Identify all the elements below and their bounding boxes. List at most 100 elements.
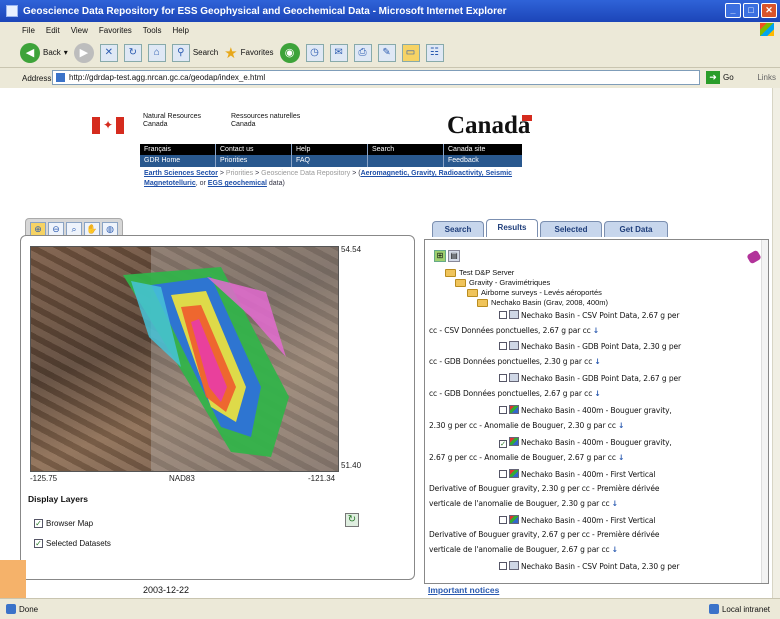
results-scrollbar[interactable] bbox=[761, 240, 768, 583]
pan-hand-icon[interactable]: ✋ bbox=[84, 222, 100, 236]
nav-contact-us[interactable]: Contact us bbox=[216, 144, 292, 155]
dataset-line-cont: cc - GDB Données ponctuelles, 2.67 g par… bbox=[429, 389, 601, 398]
menu-help[interactable]: Help bbox=[172, 26, 188, 35]
favorites-button[interactable]: ★ Favorites bbox=[224, 44, 273, 62]
refresh-icon[interactable]: ↻ bbox=[123, 43, 142, 62]
checkbox-checked[interactable]: ✓ bbox=[34, 519, 43, 528]
dataset-checkbox[interactable] bbox=[499, 516, 507, 524]
layer-browser-map[interactable]: ✓ Browser Map bbox=[34, 519, 93, 528]
dataset-line[interactable]: Nechako Basin - GDB Point Data, 2.30 g p… bbox=[499, 341, 681, 352]
folder-icon[interactable]: ▭ bbox=[401, 43, 420, 62]
download-arrow-icon[interactable]: ↓ bbox=[612, 499, 618, 508]
home-icon[interactable]: ⌂ bbox=[147, 43, 166, 62]
tree-nechako[interactable]: Nechako Basin (Grav, 2008, 400m) bbox=[477, 298, 608, 307]
refresh-map-icon[interactable]: ↻ bbox=[345, 513, 359, 527]
department-name-en: Natural Resources Canada bbox=[143, 113, 201, 128]
menu-tools[interactable]: Tools bbox=[143, 26, 162, 35]
dataset-checkbox[interactable] bbox=[499, 470, 507, 478]
dataset-thumb-icon bbox=[509, 373, 519, 382]
nav-priorities[interactable]: Priorities bbox=[216, 155, 292, 167]
folder-icon bbox=[445, 268, 456, 277]
tab-results[interactable]: Results bbox=[486, 219, 538, 237]
dataset-line[interactable]: Nechako Basin - 400m - Bouguer gravity, bbox=[499, 405, 672, 416]
menu-edit[interactable]: Edit bbox=[46, 26, 60, 35]
nav-francais[interactable]: Français bbox=[140, 144, 216, 155]
page-scrollbar[interactable] bbox=[772, 88, 780, 598]
tree-server[interactable]: Test D&P Server bbox=[445, 268, 514, 277]
crumb-gdr[interactable]: Geoscience Data Repository bbox=[261, 170, 350, 177]
messenger-icon[interactable]: ☷ bbox=[425, 43, 444, 62]
zoom-box-icon[interactable]: ⌕ bbox=[66, 222, 82, 236]
download-arrow-icon[interactable]: ↓ bbox=[612, 545, 618, 554]
download-arrow-icon[interactable]: ↓ bbox=[595, 389, 601, 398]
eraser-icon[interactable] bbox=[746, 249, 762, 265]
dataset-line[interactable]: Nechako Basin - CSV Point Data, 2.30 g p… bbox=[499, 561, 679, 572]
dataset-checkbox[interactable] bbox=[499, 311, 507, 319]
dataset-line[interactable]: Nechako Basin - GDB Point Data, 2.67 g p… bbox=[499, 373, 681, 384]
tree-gravity[interactable]: Gravity - Gravimétriques bbox=[455, 278, 550, 287]
crumb-ess[interactable]: Earth Sciences Sector bbox=[144, 170, 218, 177]
menu-favorites[interactable]: Favorites bbox=[99, 26, 132, 35]
download-arrow-icon[interactable]: ↓ bbox=[593, 326, 599, 335]
dataset-checkbox[interactable] bbox=[499, 406, 507, 414]
edit-icon[interactable]: ✎ bbox=[377, 43, 396, 62]
checkbox-checked[interactable]: ✓ bbox=[34, 539, 43, 548]
print-icon[interactable]: ⎙ bbox=[353, 43, 372, 62]
dataset-line[interactable]: ✓ Nechako Basin - 400m - Bouguer gravity, bbox=[499, 437, 672, 448]
minimize-button[interactable]: _ bbox=[725, 3, 741, 18]
page-icon bbox=[56, 73, 65, 82]
globe-icon[interactable]: ◍ bbox=[102, 222, 118, 236]
map-lon-right: -121.34 bbox=[308, 474, 336, 483]
address-input[interactable]: http://gdrdap-test.agg.nrcan.gc.ca/geoda… bbox=[52, 70, 700, 85]
nav-help[interactable]: Help bbox=[292, 144, 368, 155]
dataset-line[interactable]: Nechako Basin - 400m - First Vertical bbox=[499, 515, 655, 526]
nav-search[interactable]: Search bbox=[368, 144, 444, 155]
links-button[interactable]: Links bbox=[757, 73, 776, 82]
nav-canada-site[interactable]: Canada site bbox=[444, 144, 522, 155]
map-lat-top: 54.54 bbox=[341, 245, 362, 254]
close-button[interactable]: ✕ bbox=[761, 3, 777, 18]
forward-button[interactable]: ▶ bbox=[73, 42, 94, 63]
status-bar: Done Local intranet bbox=[0, 598, 780, 619]
zoom-out-icon[interactable]: ⊖ bbox=[48, 222, 64, 236]
layer-selected-datasets[interactable]: ✓ Selected Datasets bbox=[34, 539, 111, 548]
dataset-checkbox[interactable] bbox=[499, 562, 507, 570]
menu-view[interactable]: View bbox=[71, 26, 88, 35]
tab-search[interactable]: Search bbox=[432, 221, 484, 237]
search-button[interactable]: ⚲ Search bbox=[171, 43, 218, 62]
folder-icon bbox=[477, 298, 488, 307]
dataset-checkbox[interactable] bbox=[499, 374, 507, 382]
back-button[interactable]: ◀ Back ▾ bbox=[20, 42, 68, 63]
download-arrow-icon[interactable]: ↓ bbox=[618, 421, 624, 430]
maximize-button[interactable]: □ bbox=[743, 3, 759, 18]
tab-get-data[interactable]: Get Data bbox=[604, 221, 668, 237]
nav-gdr-home[interactable]: GDR Home bbox=[140, 155, 216, 167]
dataset-line[interactable]: Nechako Basin - 400m - First Vertical bbox=[499, 469, 655, 480]
crumb-geochem[interactable]: EGS geochemical bbox=[208, 180, 267, 187]
stop-icon[interactable]: ✕ bbox=[99, 43, 118, 62]
tree-airborne[interactable]: Airborne surveys - Levés aéroportés bbox=[467, 288, 602, 297]
dataset-checkbox[interactable] bbox=[499, 342, 507, 350]
go-button[interactable]: ➜ Go bbox=[706, 71, 734, 84]
history-icon[interactable]: ◷ bbox=[305, 43, 324, 62]
dataset-line-cont: cc - GDB Données ponctuelles, 2.30 g par… bbox=[429, 357, 601, 366]
crumb-priorities[interactable]: Priorities bbox=[226, 170, 253, 177]
download-arrow-icon[interactable]: ↓ bbox=[595, 357, 601, 366]
dataset-checkbox-checked[interactable]: ✓ bbox=[499, 440, 507, 448]
map-panel: 54.54 51.40 -125.75 NAD83 -121.34 bbox=[20, 235, 415, 580]
nav-faq[interactable]: FAQ bbox=[292, 155, 368, 167]
page-content: ✦ Natural Resources Canada Ressources na… bbox=[0, 88, 772, 598]
expand-icon[interactable]: ⊞ bbox=[434, 250, 446, 262]
media-icon[interactable]: ◉ bbox=[279, 42, 300, 63]
tab-selected[interactable]: Selected bbox=[540, 221, 602, 237]
dataset-line[interactable]: Nechako Basin - CSV Point Data, 2.67 g p… bbox=[499, 310, 679, 321]
mail-icon[interactable]: ✉ bbox=[329, 43, 348, 62]
collapse-icon[interactable]: ▤ bbox=[448, 250, 460, 262]
map-canvas[interactable] bbox=[30, 246, 339, 472]
download-arrow-icon[interactable]: ↓ bbox=[618, 453, 624, 462]
zoom-in-icon[interactable]: ⊕ bbox=[30, 222, 46, 236]
nav-feedback[interactable]: Feedback bbox=[444, 155, 522, 167]
top-nav-bar: Français Contact us Help Search Canada s… bbox=[140, 144, 522, 155]
important-notices-link[interactable]: Important notices bbox=[428, 585, 499, 595]
menu-file[interactable]: File bbox=[22, 26, 35, 35]
